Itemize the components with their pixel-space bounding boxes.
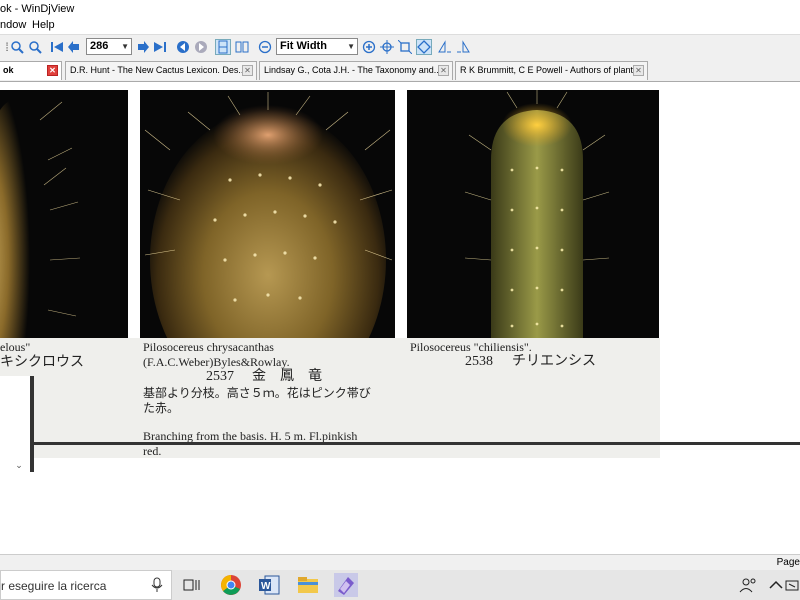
zoom-combo[interactable]: Fit Width ▼ <box>276 38 358 55</box>
zoom-out-icon[interactable] <box>28 40 42 54</box>
scroll-down-icon[interactable]: ⌄ <box>10 460 28 472</box>
back-icon[interactable] <box>176 40 190 54</box>
first-page-icon[interactable] <box>50 40 64 54</box>
close-icon[interactable]: ✕ <box>633 65 644 76</box>
cactus-photo-left <box>0 90 128 338</box>
zoom-out-circle-icon[interactable] <box>258 40 272 54</box>
document-view[interactable]: elous" キシクロウス Pilosocereus chrysacanthas… <box>0 82 800 554</box>
next-page-icon[interactable] <box>136 40 150 54</box>
actual-size-icon[interactable] <box>380 40 394 54</box>
taskbar-search-box[interactable]: r eseguire la ricerca <box>0 570 172 600</box>
microphone-icon[interactable] <box>151 577 163 596</box>
svg-text:W: W <box>261 581 271 592</box>
caption-middle-jp-desc-2: た赤。 <box>143 401 180 415</box>
menu-help[interactable]: Help <box>32 19 55 31</box>
caption-middle-latin-2: (F.A.C.Weber)Byles&Rowlay. <box>143 355 290 369</box>
status-bar: Page <box>0 554 800 571</box>
page-number-value: 286 <box>90 40 109 52</box>
task-view-icon[interactable] <box>180 573 204 597</box>
last-page-icon[interactable] <box>153 40 167 54</box>
tab-hunt-cactus-lexicon[interactable]: D.R. Hunt - The New Cactus Lexicon. Des.… <box>65 61 257 80</box>
rotate-left-icon[interactable] <box>438 40 452 54</box>
continuous-layout-icon[interactable] <box>215 39 231 55</box>
tab-brummitt-authors[interactable]: R K Brummitt, C E Powell - Authors of pl… <box>455 61 648 80</box>
caption-middle-kanji: 金 鳳 竜 <box>252 369 322 384</box>
caption-middle-en-desc-1: Branching from the basis. H. 5 m. Fl.pin… <box>143 429 358 443</box>
zoom-value: Fit Width <box>280 40 327 52</box>
left-frame <box>0 376 31 472</box>
close-icon[interactable]: ✕ <box>47 65 58 76</box>
caption-right-latin: Pilosocereus "chiliensis". <box>410 340 532 354</box>
taskbar: r eseguire la ricerca W <box>0 570 800 600</box>
title-bar: ok - WinDjView <box>0 0 800 18</box>
caption-left-katakana: キシクロウス <box>0 355 84 370</box>
tab-bar: ok ✕ D.R. Hunt - The New Cactus Lexicon.… <box>0 59 800 82</box>
close-icon[interactable]: ✕ <box>242 65 253 76</box>
menu-window[interactable]: ndow <box>0 19 26 31</box>
document-page: elous" キシクロウス Pilosocereus chrysacanthas… <box>0 82 660 458</box>
two-page-layout-icon[interactable] <box>235 40 249 54</box>
cactus-photo-chrysacanthas <box>140 90 395 338</box>
caption-middle-en-desc-2: red. <box>143 444 162 458</box>
forward-icon[interactable] <box>194 40 208 54</box>
zoom-in-circle-icon[interactable] <box>362 40 376 54</box>
horizontal-divider <box>34 442 800 445</box>
status-page-text: Page <box>776 557 800 568</box>
menu-bar: ndow Help <box>0 18 800 34</box>
file-explorer-icon[interactable] <box>296 573 320 597</box>
tab-current-document[interactable]: ok ✕ <box>0 61 62 80</box>
tab-label: ok <box>3 65 14 75</box>
tab-label: Lindsay G., Cota J.H. - The Taxonomy and… <box>264 65 442 75</box>
tab-label: R K Brummitt, C E Powell - Authors of pl… <box>460 65 641 75</box>
caption-middle-number: 2537 <box>206 369 234 384</box>
toolbar: ⁞ 286 ▼ Fit Width ▼ <box>0 34 800 61</box>
rotate-right-icon[interactable] <box>456 40 470 54</box>
caption-middle-jp-desc-1: 基部より分枝。高さ５ｍ。花はピンク帯び <box>143 386 371 400</box>
caption-middle-latin-1: Pilosocereus chrysacanthas <box>143 340 274 354</box>
window-title: ok - WinDjView <box>0 3 75 15</box>
chevron-down-icon[interactable]: ▼ <box>121 39 129 54</box>
caption-right-katakana: チリエンシス <box>512 354 596 369</box>
chevron-down-icon[interactable]: ▼ <box>347 39 355 54</box>
network-icon[interactable] <box>784 573 800 597</box>
fit-width-icon[interactable] <box>416 39 432 55</box>
zoom-in-icon[interactable] <box>10 40 24 54</box>
close-icon[interactable]: ✕ <box>438 65 449 76</box>
vertical-divider <box>30 376 34 472</box>
fit-page-icon[interactable] <box>397 39 413 55</box>
word-icon[interactable]: W <box>257 573 281 597</box>
windjview-icon[interactable] <box>334 573 358 597</box>
tab-label: D.R. Hunt - The New Cactus Lexicon. Des.… <box>70 65 246 75</box>
previous-page-icon[interactable] <box>67 40 81 54</box>
cactus-photo-chiliensis <box>407 90 659 338</box>
caption-left-latin: elous" <box>0 340 31 354</box>
page-number-combo[interactable]: 286 ▼ <box>86 38 132 55</box>
people-icon[interactable] <box>736 573 760 597</box>
chrome-icon[interactable] <box>219 573 243 597</box>
taskbar-search-text: r eseguire la ricerca <box>1 579 107 593</box>
tab-lindsay-taxonomy[interactable]: Lindsay G., Cota J.H. - The Taxonomy and… <box>259 61 453 80</box>
caption-right-number: 2538 <box>465 354 493 369</box>
